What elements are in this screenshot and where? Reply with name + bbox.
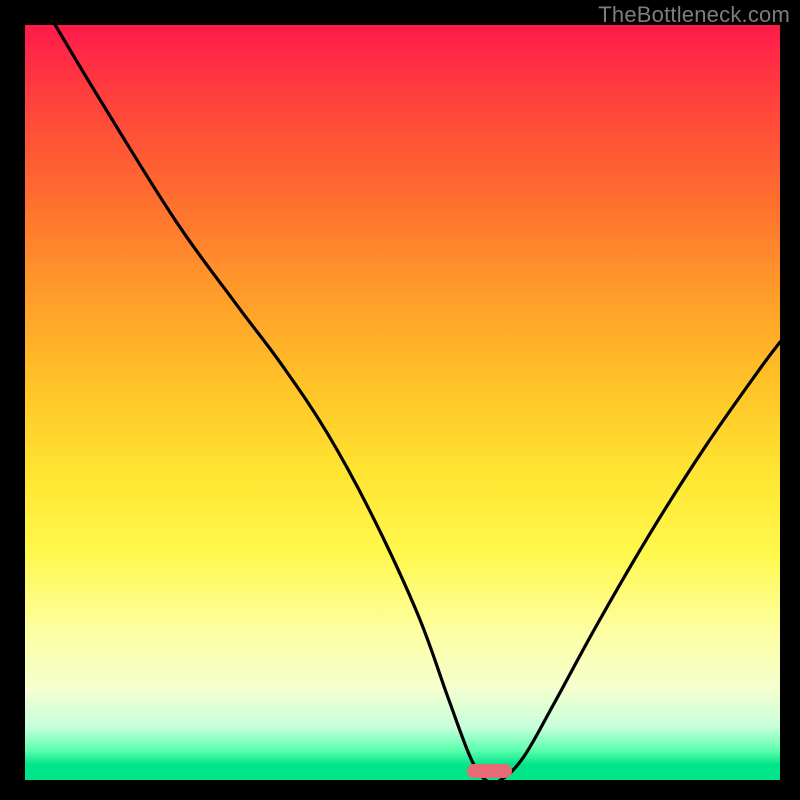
- chart-frame: TheBottleneck.com: [0, 0, 800, 800]
- plot-area: [25, 25, 780, 780]
- optimal-range-marker: [467, 764, 512, 778]
- bottleneck-curve: [25, 25, 780, 780]
